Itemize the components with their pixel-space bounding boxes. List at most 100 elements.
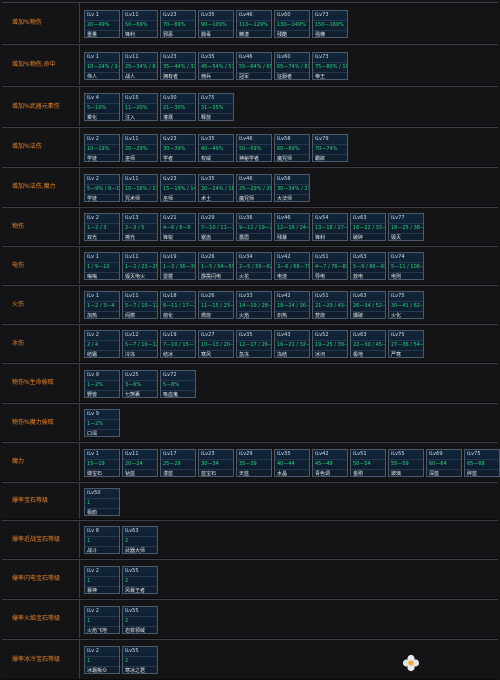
tier-ilv: iLv 1 <box>87 254 99 260</box>
tier-card: iLv 1 1 / 9—10 嗡嗡 <box>84 252 120 280</box>
tier-name: 电刑 <box>389 272 423 279</box>
tier-name: 碎蓝 <box>465 469 499 476</box>
tier-name: 天蓝 <box>237 469 271 476</box>
tier-card: iLv34 2—5 / 56—62 火花 <box>236 252 272 280</box>
tier-card: iLv21 4—6 / 8—9 锋锐 <box>160 213 196 241</box>
tier-ilv: iLv33 <box>239 293 253 299</box>
affix-row-label: 电伤 <box>2 247 80 284</box>
tier-name: 咒术师 <box>123 194 157 201</box>
tier-range: 1 / 9—10 <box>85 262 119 272</box>
tier-name: 巫师 <box>123 154 157 161</box>
tier-ilv: iLv77 <box>391 215 405 221</box>
tier-list: iLv 2 5—9% / 8—10 学徒 iLv11 10—16% / 11—13 咒术师… <box>84 168 498 206</box>
tier-list: iLv 2 1 火焰飞地 iLv55 2 岩浆领域 <box>84 600 498 638</box>
tier-card: iLv72 5—8% 吸血鬼 <box>160 370 196 398</box>
tier-range: 50—54 <box>351 459 385 469</box>
tier-name: 神秘学者 <box>237 154 271 161</box>
tier-card: iLv15 11—20% 注入 <box>122 93 158 121</box>
tier-card: iLv 2 1 冰霜叛众 <box>84 646 120 674</box>
tier-name: 金刚 <box>351 469 385 476</box>
tier-name: 霹雳闪电 <box>199 272 233 279</box>
affix-row-label: 增加%武器元素伤 <box>2 87 80 126</box>
tier-ilv: iLv46 <box>239 54 253 60</box>
tier-ilv: iLv60 <box>277 12 291 18</box>
tier-name: 魔咒师 <box>275 154 309 161</box>
tier-ilv: iLv51 <box>353 451 367 457</box>
tier-ilv: iLv23 <box>163 12 177 18</box>
tier-card: iLv35 40—49% 权威 <box>198 134 234 162</box>
tier-range: 5—8% <box>161 380 195 390</box>
tier-card: iLv26 11—15 / 23—27燃烧 <box>198 291 234 319</box>
tier-list: iLv 11 / 9—10 嗡嗡 iLv11 1—2 / 23—25 毁灭电火 iLv19… <box>84 247 498 284</box>
tier-name: 钴蓝 <box>123 469 157 476</box>
tier-card: iLv42 18—24 / 36—42炽热 <box>274 291 310 319</box>
tier-name: 佣兵 <box>199 72 233 79</box>
tier-range: 60—69% <box>275 144 309 154</box>
tier-card: iLv42 3—6 / 68—75 电流 <box>274 252 310 280</box>
tier-name: 綠宝石 <box>85 469 119 476</box>
tier-range: 50—69% <box>123 20 157 30</box>
tier-card: iLv60 130—149% 残酷 <box>274 10 310 38</box>
tier-ilv: iLv11 <box>125 54 139 60</box>
tier-name: 霸欲 <box>313 154 347 161</box>
tier-name: 战人 <box>123 72 157 79</box>
tier-ilv: iLv75 <box>391 332 405 338</box>
tier-name: 残暴 <box>275 233 309 240</box>
tier-ilv: iLv55 <box>125 608 139 614</box>
tier-name: 破碎 <box>351 233 385 240</box>
affix-row: 物伤%生命偷取 iLv 9 1—2% 野兽 iLv25 3—6% 七煞裹 iLv72 5—8% 吸… <box>2 363 498 403</box>
tier-name: 战斗 <box>85 546 119 553</box>
tier-card: iLv35 20—24% / 18—19 术士 <box>198 174 234 202</box>
tier-range: 10—13 / 20—24 <box>199 340 233 350</box>
tier-card: iLv23 30—34 蓝宝石 <box>198 449 234 477</box>
tier-name: 学者 <box>161 154 195 161</box>
tier-name: 火焰飞地 <box>85 626 119 633</box>
tier-name: 水晶 <box>275 469 309 476</box>
affix-row: 物伤 iLv 2 1—2 / 3 双光 iLv13 2—3 / 5 擦光 iLv21 4—6 /… <box>2 207 498 246</box>
tier-card: iLv 9 1—2% 口渴 <box>84 409 120 437</box>
tier-card: iLv42 45—49 青色调 <box>312 449 348 477</box>
tier-ilv: iLv35 <box>277 451 291 457</box>
tier-range: 7—10 / 15—18 <box>161 340 195 348</box>
tier-card: iLv 4 5—10% 乘化 <box>84 93 120 121</box>
tier-range: 10—19% <box>85 144 119 154</box>
tier-ilv: iLv51 <box>315 293 329 299</box>
affix-row-label: 魔力 <box>2 443 80 481</box>
tier-ilv: iLv29 <box>239 451 253 457</box>
tier-name: 湛蓝 <box>161 469 195 476</box>
tier-range: 1—2 / 3 <box>85 223 119 233</box>
tier-name: 魔咒师 <box>237 194 271 201</box>
tier-range: 5—9 / 86—93 <box>351 262 385 270</box>
tier-card: iLv 2 1 火焰飞地 <box>84 606 120 634</box>
tier-range: 5—10% <box>85 103 119 113</box>
tier-card: iLv46 12—16 / 24—28残暴 <box>274 213 310 241</box>
tier-card: iLv18 8—11 / 17—20 熔化 <box>160 291 196 319</box>
tier-range: 65—68 <box>465 459 499 469</box>
tier-card: iLv 1 15—19 綠宝石 <box>84 449 120 477</box>
tier-name: 强横 <box>313 30 347 37</box>
tier-card: iLv75 30—41 / 62—72火化 <box>388 291 424 319</box>
tier-name: 冠军 <box>237 72 271 79</box>
tier-list: iLv 2 1 暴神 iLv55 2 风暴王者 <box>84 560 498 598</box>
tier-card: iLv11 10—16% / 11—13 咒术师 <box>122 174 158 202</box>
tier-range: 55—59 <box>389 459 423 469</box>
tier-range: 10—24% / 3—7 <box>85 62 119 70</box>
tier-ilv: iLv12 <box>125 332 139 338</box>
tier-range: 20—49% <box>85 20 119 30</box>
tier-ilv: iLv75 <box>391 293 405 299</box>
tier-name: 岩浆领域 <box>123 626 157 633</box>
tier-range: 14—19 / 28—34 <box>237 301 271 311</box>
tier-range: 1—2% <box>85 419 119 429</box>
tier-card: iLv27 10—13 / 20—24寒风 <box>198 330 234 358</box>
tier-ilv: iLv75 <box>201 95 215 101</box>
tier-card: iLv63 26—34 / 52—61爆破 <box>350 291 386 319</box>
tier-ilv: iLv75 <box>467 451 481 457</box>
tier-list: iLv 9 1—2% 野兽 iLv25 3—6% 七煞裹 iLv72 5—8% 吸血鬼 <box>84 364 498 402</box>
tier-ilv: iLv26 <box>201 254 215 260</box>
tier-name: 寒风 <box>199 350 233 357</box>
tier-name: 严寒 <box>389 350 423 357</box>
tier-card: iLv55 2 风暴王者 <box>122 566 158 594</box>
tier-name: 露眉 <box>237 233 271 240</box>
tier-card: iLv23 35—44% / 31—35 拥有者 <box>160 52 196 80</box>
tier-range: 20—29% <box>123 144 157 154</box>
